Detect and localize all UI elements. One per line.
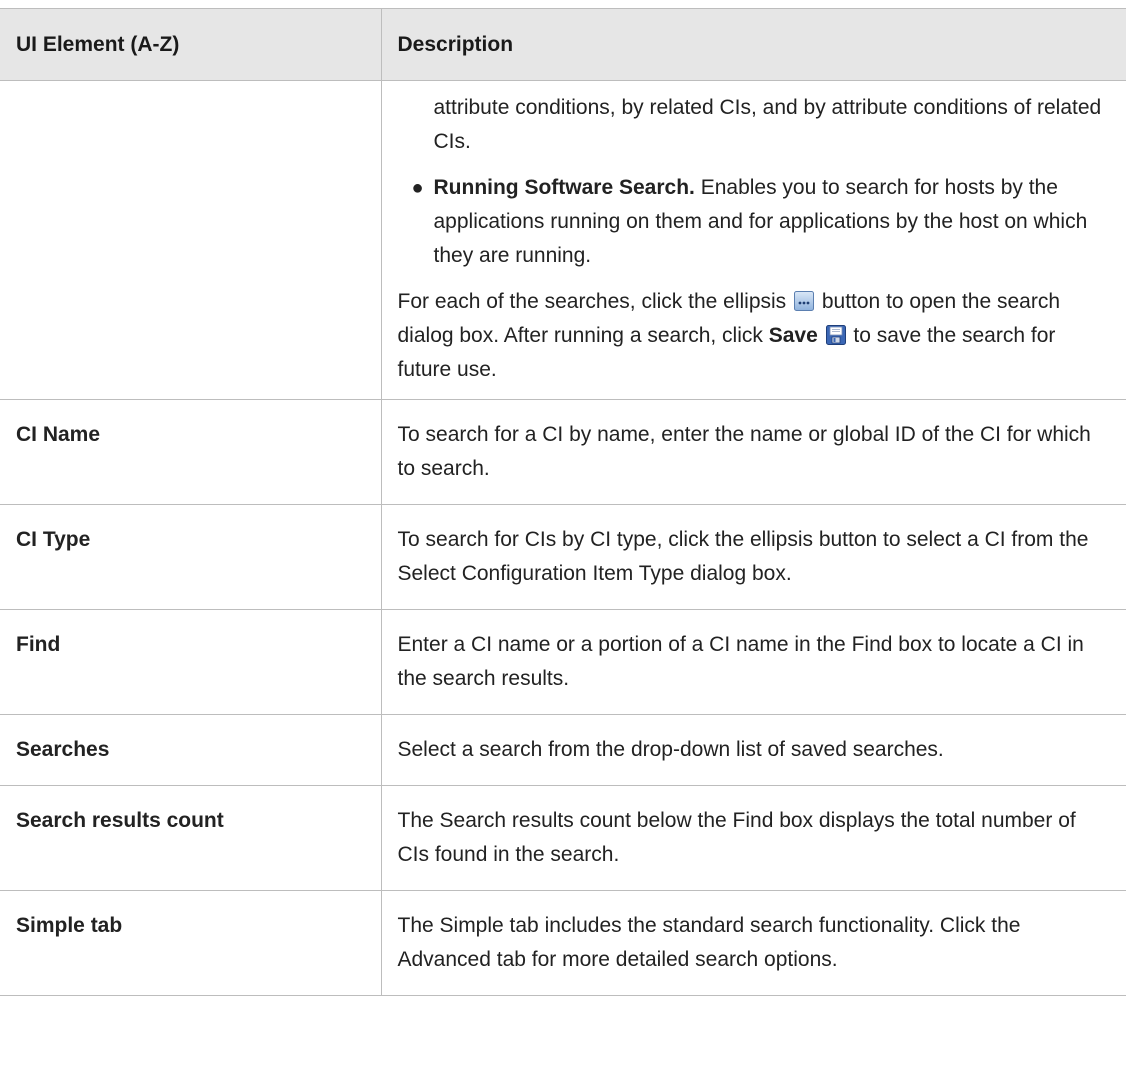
description-cell-continuation: attribute conditions, by related CIs, an… bbox=[380, 80, 1126, 400]
para-text-1: For each of the searches, click the elli… bbox=[397, 290, 793, 313]
description-cell: To search for CIs by CI type, click the … bbox=[380, 504, 1126, 610]
element-cell: Simple tab bbox=[0, 890, 381, 996]
bullet-icon: ● bbox=[411, 177, 424, 199]
searches-instructions: For each of the searches, click the elli… bbox=[398, 285, 1113, 387]
element-cell: Searches bbox=[0, 714, 381, 786]
element-cell: CI Type bbox=[0, 504, 381, 610]
table-row: Find Enter a CI name or a portion of a C… bbox=[0, 609, 1126, 715]
table-row-continuation: attribute conditions, by related CIs, an… bbox=[0, 80, 1126, 400]
element-cell-empty bbox=[0, 80, 381, 400]
description-cell: The Search results count below the Find … bbox=[380, 785, 1126, 891]
save-label: Save bbox=[768, 324, 818, 347]
table-header-row: UI Element (A-Z) Description bbox=[0, 8, 1126, 81]
description-cell: Enter a CI name or a portion of a CI nam… bbox=[380, 609, 1126, 715]
bullet-running-software-search: ● Running Software Search. Enables you to… bbox=[412, 171, 1113, 273]
table-row: Searches Select a search from the drop-d… bbox=[0, 714, 1126, 786]
save-floppy-icon bbox=[825, 325, 846, 345]
table-row: CI Type To search for CIs by CI type, cl… bbox=[0, 504, 1126, 610]
column-header-ui-element: UI Element (A-Z) bbox=[0, 8, 381, 81]
element-cell: Find bbox=[0, 609, 381, 715]
column-header-description: Description bbox=[380, 8, 1126, 81]
table-row: CI Name To search for a CI by name, ente… bbox=[0, 399, 1126, 505]
continued-bullet-text: attribute conditions, by related CIs, an… bbox=[433, 96, 1102, 153]
ui-element-table: UI Element (A-Z) Description attribute c… bbox=[0, 8, 1126, 996]
table-row: Simple tab The Simple tab includes the s… bbox=[0, 890, 1126, 996]
ellipsis-button-icon bbox=[794, 291, 815, 311]
description-cell: Select a search from the drop-down list … bbox=[380, 714, 1126, 786]
element-cell: Search results count bbox=[0, 785, 381, 891]
description-cell: To search for a CI by name, enter the na… bbox=[380, 399, 1126, 505]
bullet-term: Running Software Search. bbox=[433, 176, 695, 199]
description-cell: The Simple tab includes the standard sea… bbox=[380, 890, 1126, 996]
element-cell: CI Name bbox=[0, 399, 381, 505]
table-row: Search results count The Search results … bbox=[0, 785, 1126, 891]
